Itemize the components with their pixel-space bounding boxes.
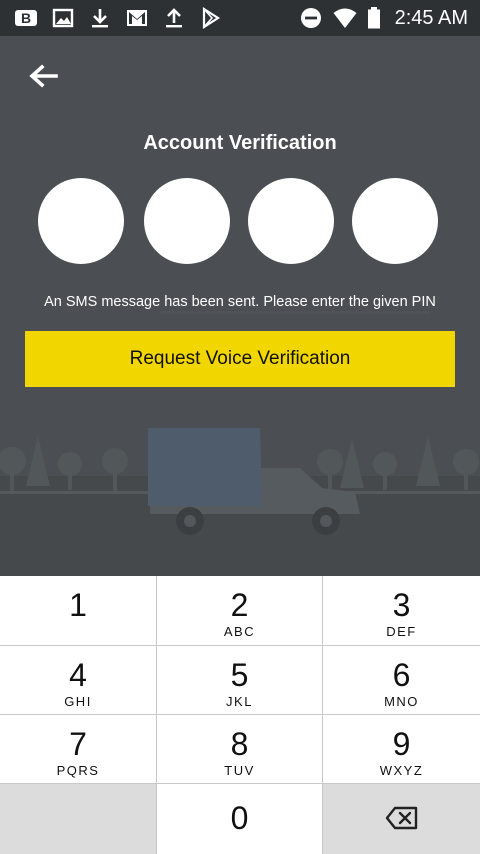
keypad-empty-key bbox=[0, 784, 157, 854]
key-digit: 1 bbox=[69, 587, 87, 623]
key-1[interactable]: 1 bbox=[0, 576, 157, 646]
wifi-icon bbox=[333, 7, 357, 29]
status-time: 2:45 AM bbox=[394, 6, 468, 29]
page-title: Account Verification bbox=[143, 132, 337, 154]
key-digit: 5 bbox=[230, 657, 249, 693]
svg-text:B: B bbox=[21, 10, 31, 26]
sms-sent-message: An SMS message has been sent. Please ent… bbox=[44, 294, 436, 310]
key-letters: DEF bbox=[386, 624, 417, 639]
upload-icon bbox=[162, 7, 186, 29]
key-7[interactable]: 7 PQRS bbox=[0, 715, 157, 784]
verification-screen: Account Verification An SMS message has … bbox=[0, 36, 480, 576]
download-icon bbox=[88, 7, 112, 29]
key-3[interactable]: 3 DEF bbox=[323, 576, 480, 646]
key-digit: 6 bbox=[392, 657, 411, 693]
pin-digit-4[interactable] bbox=[352, 178, 438, 264]
battery-icon bbox=[367, 7, 381, 29]
key-4[interactable]: 4 GHI bbox=[0, 646, 157, 715]
b-app-icon: B bbox=[14, 7, 38, 29]
key-letters: PQRS bbox=[56, 763, 100, 778]
key-digit: 0 bbox=[230, 800, 249, 836]
pin-digit-3[interactable] bbox=[248, 178, 334, 264]
key-0[interactable]: 0 bbox=[157, 784, 323, 854]
backspace-icon bbox=[385, 806, 417, 830]
pin-input-group bbox=[38, 178, 442, 264]
image-icon bbox=[51, 7, 75, 29]
key-digit: 7 bbox=[69, 726, 87, 762]
key-9[interactable]: 9 WXYZ bbox=[323, 715, 480, 784]
key-letters: WXYZ bbox=[379, 763, 424, 778]
pin-digit-2[interactable] bbox=[144, 178, 230, 264]
key-letters: JKL bbox=[226, 694, 253, 709]
key-digit: 4 bbox=[69, 657, 87, 693]
key-8[interactable]: 8 TUV bbox=[157, 715, 323, 784]
key-letters: MNO bbox=[384, 694, 419, 709]
numeric-keypad: 1 2 ABC 3 DEF 4 GHI 5 JKL 6 MNO 7 PQRS 8… bbox=[0, 576, 480, 854]
key-letters: ABC bbox=[223, 624, 256, 639]
do-not-disturb-icon bbox=[299, 7, 323, 29]
key-digit: 9 bbox=[392, 726, 411, 762]
key-2[interactable]: 2 ABC bbox=[157, 576, 323, 646]
system-icons: 2:45 AM bbox=[299, 6, 468, 30]
gmail-icon bbox=[125, 7, 149, 29]
key-6[interactable]: 6 MNO bbox=[323, 646, 480, 715]
backspace-key[interactable] bbox=[323, 784, 480, 854]
key-digit: 2 bbox=[230, 587, 249, 623]
key-5[interactable]: 5 JKL bbox=[157, 646, 323, 715]
key-digit: 8 bbox=[230, 726, 249, 762]
notification-icons: B bbox=[14, 6, 223, 30]
play-store-icon bbox=[199, 7, 223, 29]
pin-digit-1[interactable] bbox=[38, 178, 124, 264]
status-bar: B 2:45 AM bbox=[0, 0, 480, 36]
key-letters: TUV bbox=[224, 763, 255, 778]
back-arrow-icon[interactable] bbox=[22, 58, 66, 98]
key-digit: 3 bbox=[392, 587, 411, 623]
key-letters: GHI bbox=[64, 694, 92, 709]
request-voice-verification-button[interactable]: Request Voice Verification bbox=[25, 331, 455, 387]
